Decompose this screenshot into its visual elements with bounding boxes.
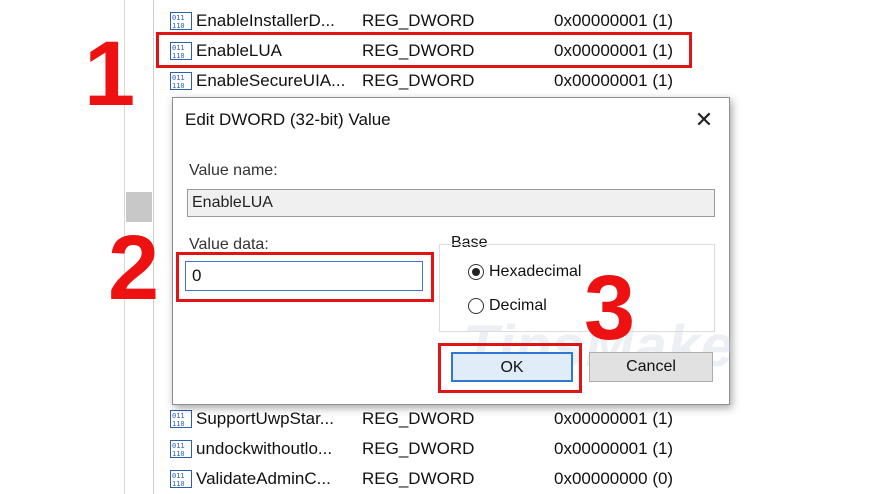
- value-name-field: EnableLUA: [187, 189, 715, 217]
- svg-text:110: 110: [172, 480, 185, 488]
- step-2-label: 2: [108, 217, 160, 319]
- value-data: 0x00000001 (1): [554, 439, 674, 458]
- list-item[interactable]: 011 110 SupportUwpStar... REG_DWORD 0x000…: [168, 404, 728, 434]
- list-item[interactable]: 011 110 ValidateAdminC... REG_DWORD 0x000…: [168, 464, 728, 494]
- value-type: REG_DWORD: [362, 409, 475, 428]
- hexadecimal-label: Hexadecimal: [489, 263, 582, 280]
- svg-text:110: 110: [172, 22, 185, 30]
- step-1-label: 1: [84, 23, 136, 125]
- reg-dword-icon: 011110: [170, 12, 192, 30]
- radio-decimal[interactable]: Decimal: [468, 297, 547, 315]
- ok-highlight-box: [438, 343, 582, 393]
- value-name: SupportUwpStar...: [196, 409, 334, 428]
- reg-dword-icon: 011110: [170, 72, 192, 90]
- value-data-highlight-box: [176, 252, 434, 302]
- value-type: REG_DWORD: [362, 71, 475, 90]
- value-data: 0x00000001 (1): [554, 409, 674, 428]
- value-name: EnableSecureUIA...: [196, 71, 346, 90]
- svg-text:110: 110: [172, 82, 185, 90]
- svg-text:011: 011: [172, 14, 185, 22]
- close-icon[interactable]: ✕: [687, 104, 721, 136]
- list-item[interactable]: 011 110 undockwithoutlo... REG_DWORD 0x00…: [168, 434, 728, 464]
- radio-selected-icon[interactable]: [468, 263, 484, 280]
- reg-dword-icon: 011110: [170, 440, 192, 458]
- svg-text:110: 110: [172, 450, 185, 458]
- dialog-title: Edit DWORD (32-bit) Value: [185, 110, 391, 129]
- base-group: Hexadecimal Decimal: [439, 244, 715, 332]
- decimal-label: Decimal: [489, 297, 547, 314]
- value-name: undockwithoutlo...: [196, 439, 333, 458]
- reg-dword-icon: 011110: [170, 410, 192, 428]
- value-data: 0x00000001 (1): [554, 71, 674, 90]
- list-item[interactable]: 011 110 EnableSecureUIA... REG_DWORD 0x00…: [168, 66, 728, 96]
- svg-text:011: 011: [172, 74, 185, 82]
- reg-dword-icon: 011110: [170, 470, 192, 488]
- radio-hexadecimal[interactable]: Hexadecimal: [468, 263, 581, 281]
- value-name: ValidateAdminC...: [196, 469, 331, 488]
- svg-text:011: 011: [172, 442, 185, 450]
- svg-text:011: 011: [172, 472, 185, 480]
- enablelua-highlight-box: [156, 32, 692, 68]
- step-3-label: 3: [584, 257, 636, 359]
- svg-text:110: 110: [172, 420, 185, 428]
- radio-unselected-icon[interactable]: [468, 297, 484, 314]
- value-data: 0x00000000 (0): [554, 469, 674, 488]
- value-type: REG_DWORD: [362, 439, 475, 458]
- value-name-label: Value name:: [189, 162, 278, 179]
- svg-text:011: 011: [172, 412, 185, 420]
- value-type: REG_DWORD: [362, 469, 475, 488]
